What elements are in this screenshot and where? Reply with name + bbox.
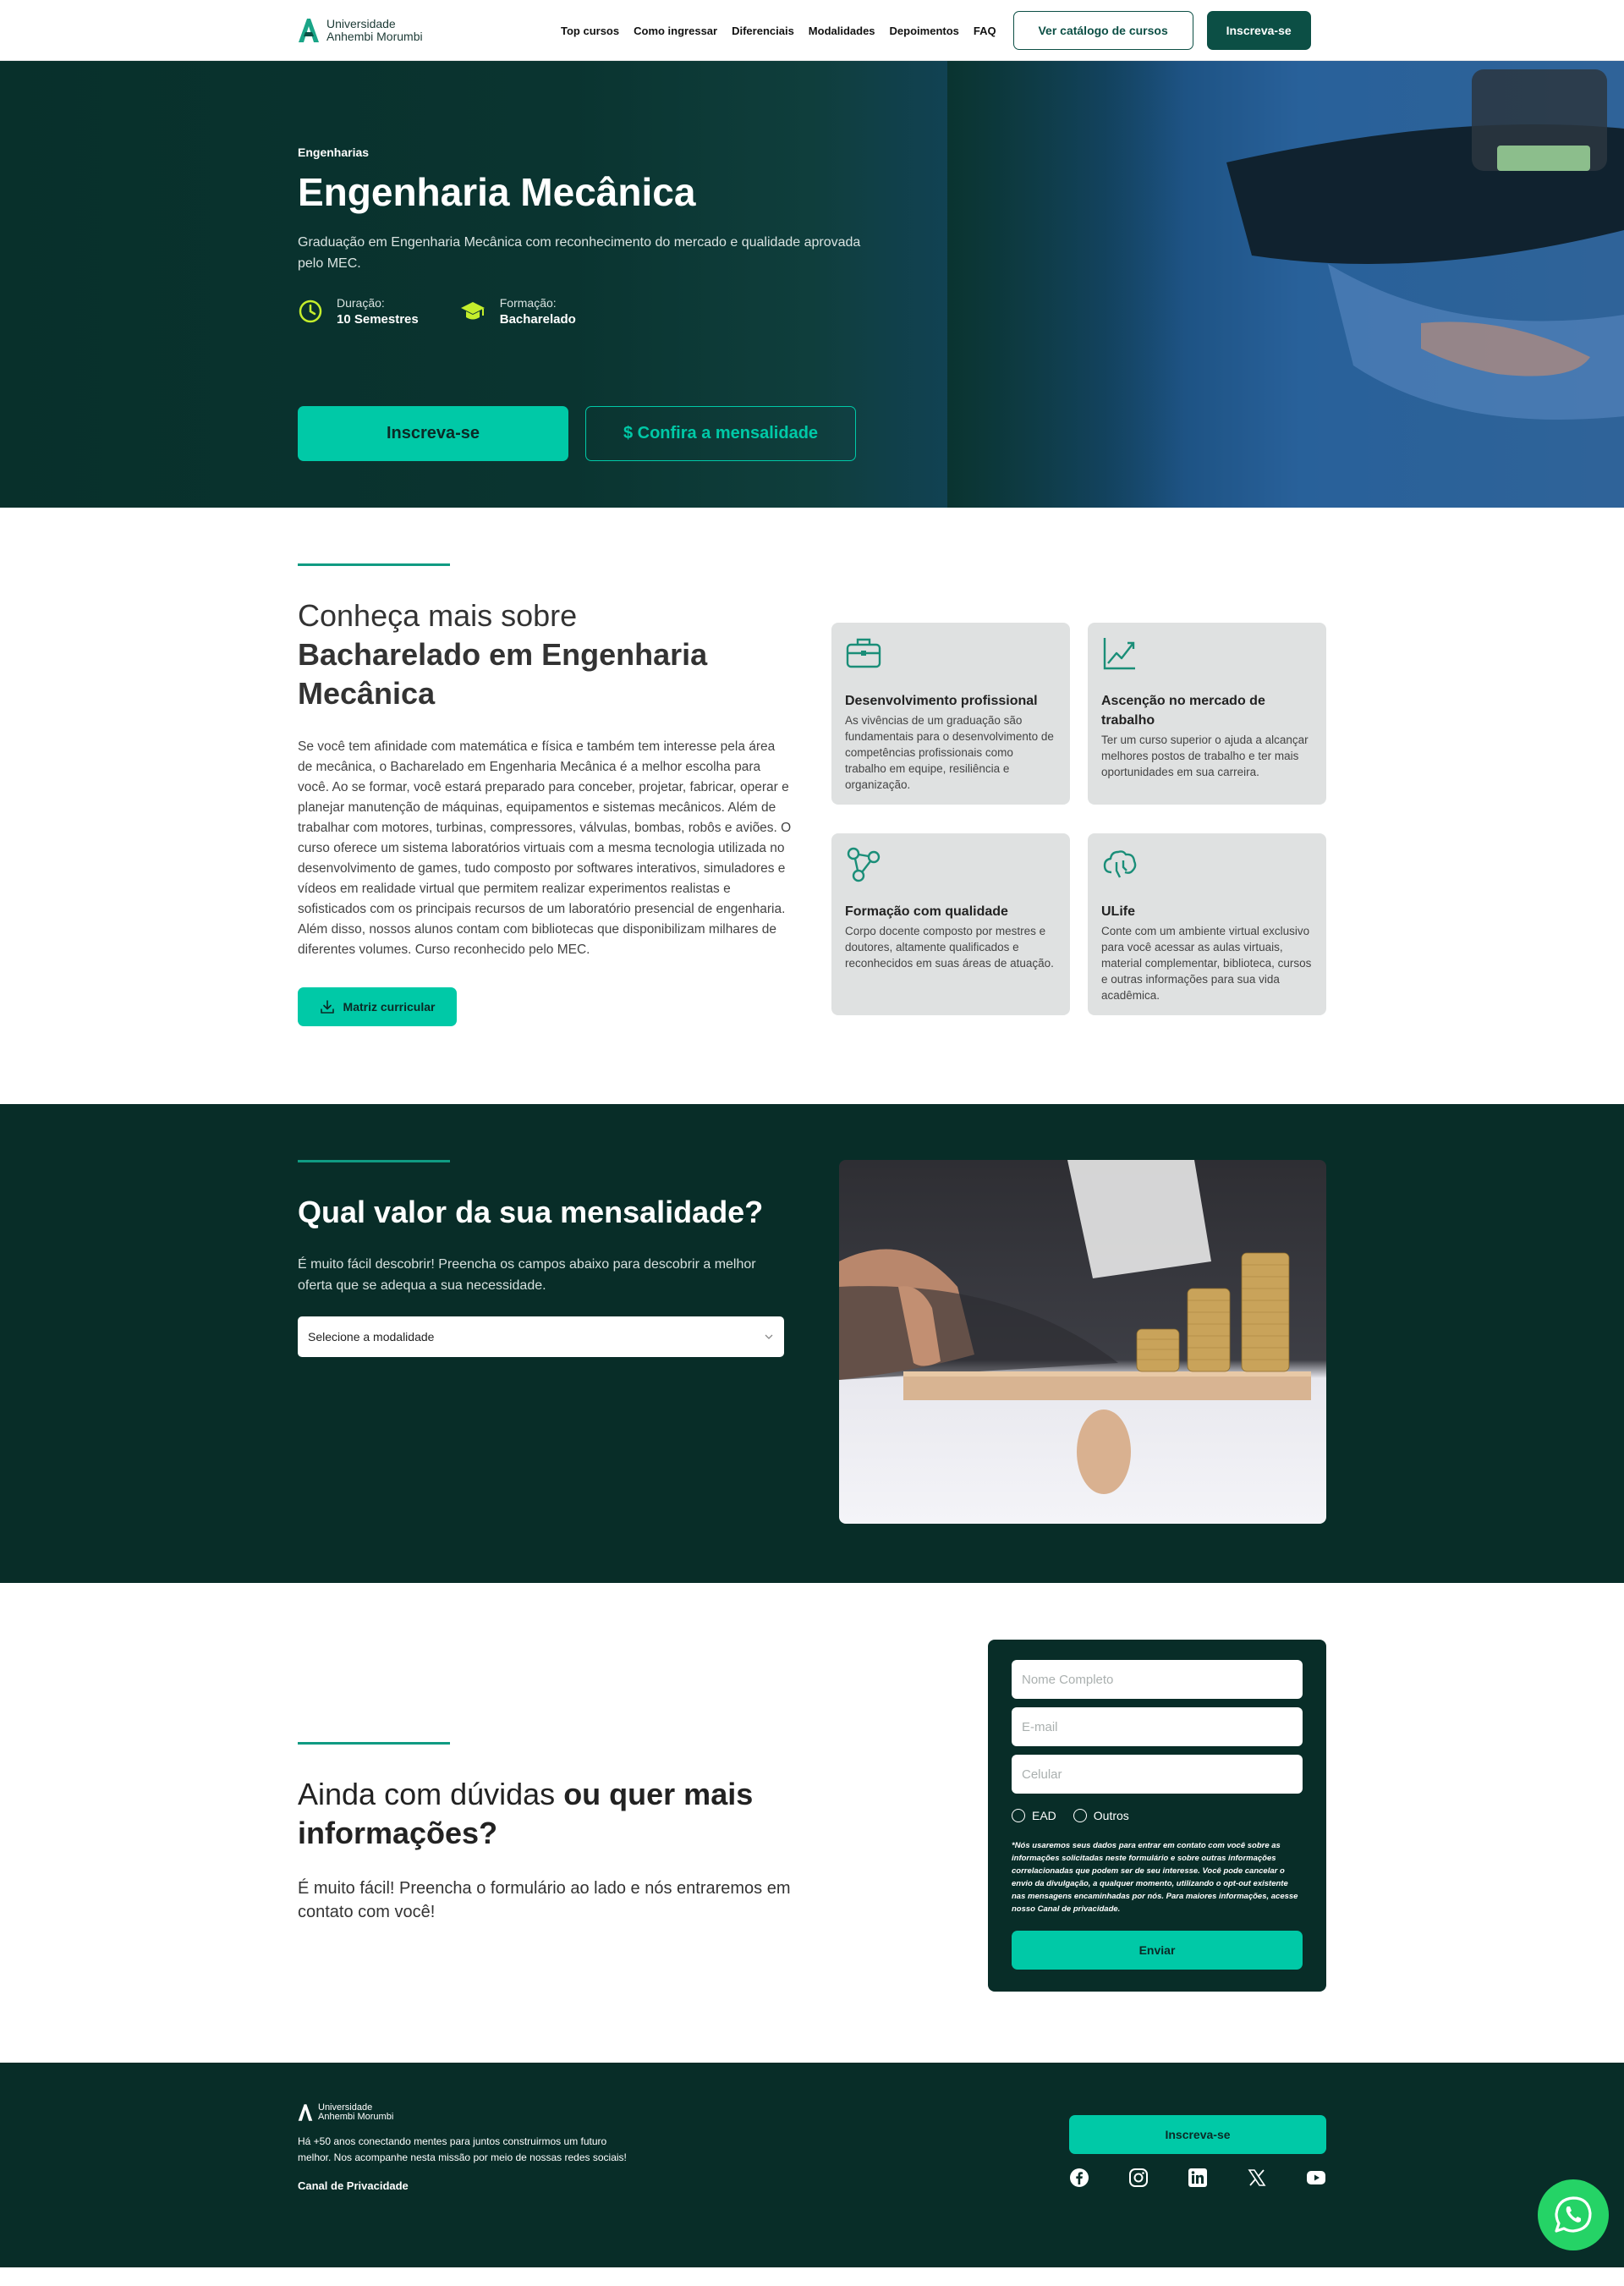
- modality-select-value: Selecione a modalidade: [308, 1330, 435, 1344]
- benefit-text: Conte com um ambiente virtual exclusivo …: [1101, 925, 1312, 1002]
- benefit-card: Ascenção no mercado de trabalho Ter um c…: [1088, 623, 1326, 805]
- nav-diferenciais[interactable]: Diferenciais: [732, 25, 794, 37]
- nav-modalidades[interactable]: Modalidades: [809, 25, 875, 37]
- pricing-section: Qual valor da sua mensalidade? É muito f…: [0, 1104, 1624, 1583]
- logo-line-1: Universidade: [326, 17, 396, 30]
- about-description: Se você tem afinidade com matemática e f…: [298, 739, 792, 957]
- site-header: Universidade Anhembi Morumbi Top cursos …: [0, 0, 1624, 61]
- duration-label: Duração:: [337, 296, 385, 310]
- benefits-grid: Desenvolvimento profissional As vivência…: [831, 623, 1326, 1026]
- catalog-button[interactable]: Ver catálogo de cursos: [1012, 11, 1193, 50]
- curriculum-button-label: Matriz curricular: [343, 1000, 436, 1014]
- degree-label: Formação:: [499, 296, 557, 310]
- coins-illustration: [839, 1160, 1326, 1524]
- contact-section: Ainda com dúvidas ou quer mais informaçõ…: [0, 1583, 1624, 2063]
- about-heading: Conheça mais sobre Bacharelado em Engenh…: [298, 596, 793, 713]
- email-field[interactable]: [1012, 1707, 1303, 1746]
- privacy-disclaimer: *Nós usaremos seus dados para entrar em …: [1012, 1841, 1298, 1914]
- clock-icon: [299, 299, 322, 323]
- contact-heading-light: Ainda com dúvidas: [298, 1776, 556, 1811]
- whatsapp-icon: [1555, 2196, 1592, 2233]
- social-links: [1069, 2168, 1326, 2188]
- section-divider: [298, 1741, 450, 1745]
- coins-balance-image: [839, 1160, 1326, 1524]
- submit-button[interactable]: Enviar: [1012, 1931, 1303, 1970]
- growth-chart-icon: [1103, 638, 1135, 670]
- nav-faq[interactable]: FAQ: [974, 25, 996, 37]
- degree-value: Bacharelado: [499, 312, 576, 327]
- hero-breadcrumb: Engenharias: [298, 146, 370, 159]
- radio-outros-circle[interactable]: [1073, 1809, 1087, 1822]
- graduation-cap-icon: [460, 302, 485, 320]
- duration-fact: Duração: 10 Semestres: [298, 296, 419, 327]
- main-nav: Top cursos Como ingressar Diferenciais M…: [561, 25, 996, 37]
- footer-enroll-button[interactable]: Inscreva-se: [1069, 2115, 1326, 2154]
- modality-select[interactable]: Selecione a modalidade: [298, 1316, 784, 1357]
- benefit-text: Corpo docente composto por mestres e dou…: [845, 925, 1054, 970]
- name-field[interactable]: [1012, 1660, 1303, 1699]
- briefcase-icon: [846, 638, 881, 668]
- about-heading-bold: Bacharelado em Engenharia Mecânica: [298, 637, 708, 711]
- duration-value: 10 Semestres: [337, 312, 419, 327]
- logo-line-2: Anhembi Morumbi: [326, 30, 423, 43]
- radio-ead-label: EAD: [1032, 1809, 1056, 1822]
- page-title: Engenharia Mecânica: [298, 170, 696, 214]
- university-logo[interactable]: Universidade Anhembi Morumbi: [298, 18, 555, 43]
- radio-outros-label: Outros: [1093, 1809, 1129, 1822]
- check-tuition-button[interactable]: $ Confira a mensalidade: [585, 406, 856, 461]
- facebook-icon[interactable]: [1069, 2168, 1089, 2188]
- youtube-icon[interactable]: [1306, 2168, 1326, 2188]
- radio-ead[interactable]: EAD: [1012, 1809, 1056, 1822]
- footer-logo[interactable]: Universidade Anhembi Morumbi: [298, 2103, 636, 2122]
- footer-logo-line-2: Anhembi Morumbi: [318, 2112, 394, 2122]
- pricing-heading: Qual valor da sua mensalidade?: [298, 1195, 764, 1229]
- benefit-card: Desenvolvimento profissional As vivência…: [831, 623, 1070, 805]
- hero-subtitle: Graduação em Engenharia Mecânica com rec…: [298, 235, 861, 271]
- contact-description: É muito fácil! Preencha o formulário ao …: [298, 1878, 791, 1921]
- privacy-channel-link[interactable]: Canal de Privacidade: [298, 2179, 636, 2192]
- whatsapp-button[interactable]: [1538, 2179, 1609, 2250]
- hero-enroll-button[interactable]: Inscreva-se: [298, 406, 568, 461]
- contact-form: EAD Outros *Nós usaremos seus dados para…: [988, 1640, 1326, 1992]
- pricing-description: É muito fácil descobrir! Preencha os cam…: [298, 1257, 756, 1293]
- benefit-title: Formação com qualidade: [845, 904, 1008, 919]
- linkedin-icon[interactable]: [1188, 2168, 1208, 2188]
- site-footer: Universidade Anhembi Morumbi Há +50 anos…: [0, 2063, 1624, 2267]
- nav-depoimentos[interactable]: Depoimentos: [890, 25, 959, 37]
- nav-top-cursos[interactable]: Top cursos: [561, 25, 619, 37]
- logo-mark-icon: [299, 19, 319, 42]
- about-section: Conheça mais sobre Bacharelado em Engenh…: [0, 508, 1624, 1104]
- radio-outros[interactable]: Outros: [1073, 1809, 1129, 1822]
- footer-description: Há +50 anos conectando mentes para junto…: [298, 2135, 627, 2163]
- logo-mark-icon: [298, 2104, 313, 2121]
- chevron-down-icon: [765, 1334, 773, 1339]
- hero-section: Engenharias Engenharia Mecânica Graduaçã…: [0, 61, 1624, 508]
- benefit-text: As vivências de um graduação são fundame…: [845, 714, 1054, 791]
- curriculum-download-button[interactable]: Matriz curricular: [298, 987, 457, 1026]
- phone-field[interactable]: [1012, 1755, 1303, 1794]
- brain-icon: [1103, 850, 1137, 878]
- instagram-icon[interactable]: [1128, 2168, 1149, 2188]
- radio-ead-circle[interactable]: [1012, 1809, 1025, 1822]
- header-enroll-button[interactable]: Inscreva-se: [1206, 11, 1311, 50]
- x-twitter-icon[interactable]: [1247, 2168, 1267, 2188]
- network-icon: [847, 847, 881, 882]
- benefit-title: ULife: [1101, 904, 1135, 919]
- contact-heading: Ainda com dúvidas ou quer mais informaçõ…: [298, 1775, 805, 1853]
- degree-fact: Formação: Bacharelado: [459, 296, 576, 327]
- benefit-card: Formação com qualidade Corpo docente com…: [831, 833, 1070, 1015]
- section-divider: [298, 1160, 450, 1162]
- benefit-text: Ter um curso superior o ajuda a alcançar…: [1101, 734, 1309, 778]
- section-divider: [298, 563, 450, 566]
- download-icon: [320, 1000, 334, 1014]
- benefit-card: ULife Conte com um ambiente virtual excl…: [1088, 833, 1326, 1015]
- nav-como-ingressar[interactable]: Como ingressar: [634, 25, 717, 37]
- benefit-title: Desenvolvimento profissional: [845, 694, 1038, 708]
- about-heading-light: Conheça mais sobre: [298, 598, 578, 633]
- benefit-title: Ascenção no mercado de trabalho: [1101, 694, 1265, 728]
